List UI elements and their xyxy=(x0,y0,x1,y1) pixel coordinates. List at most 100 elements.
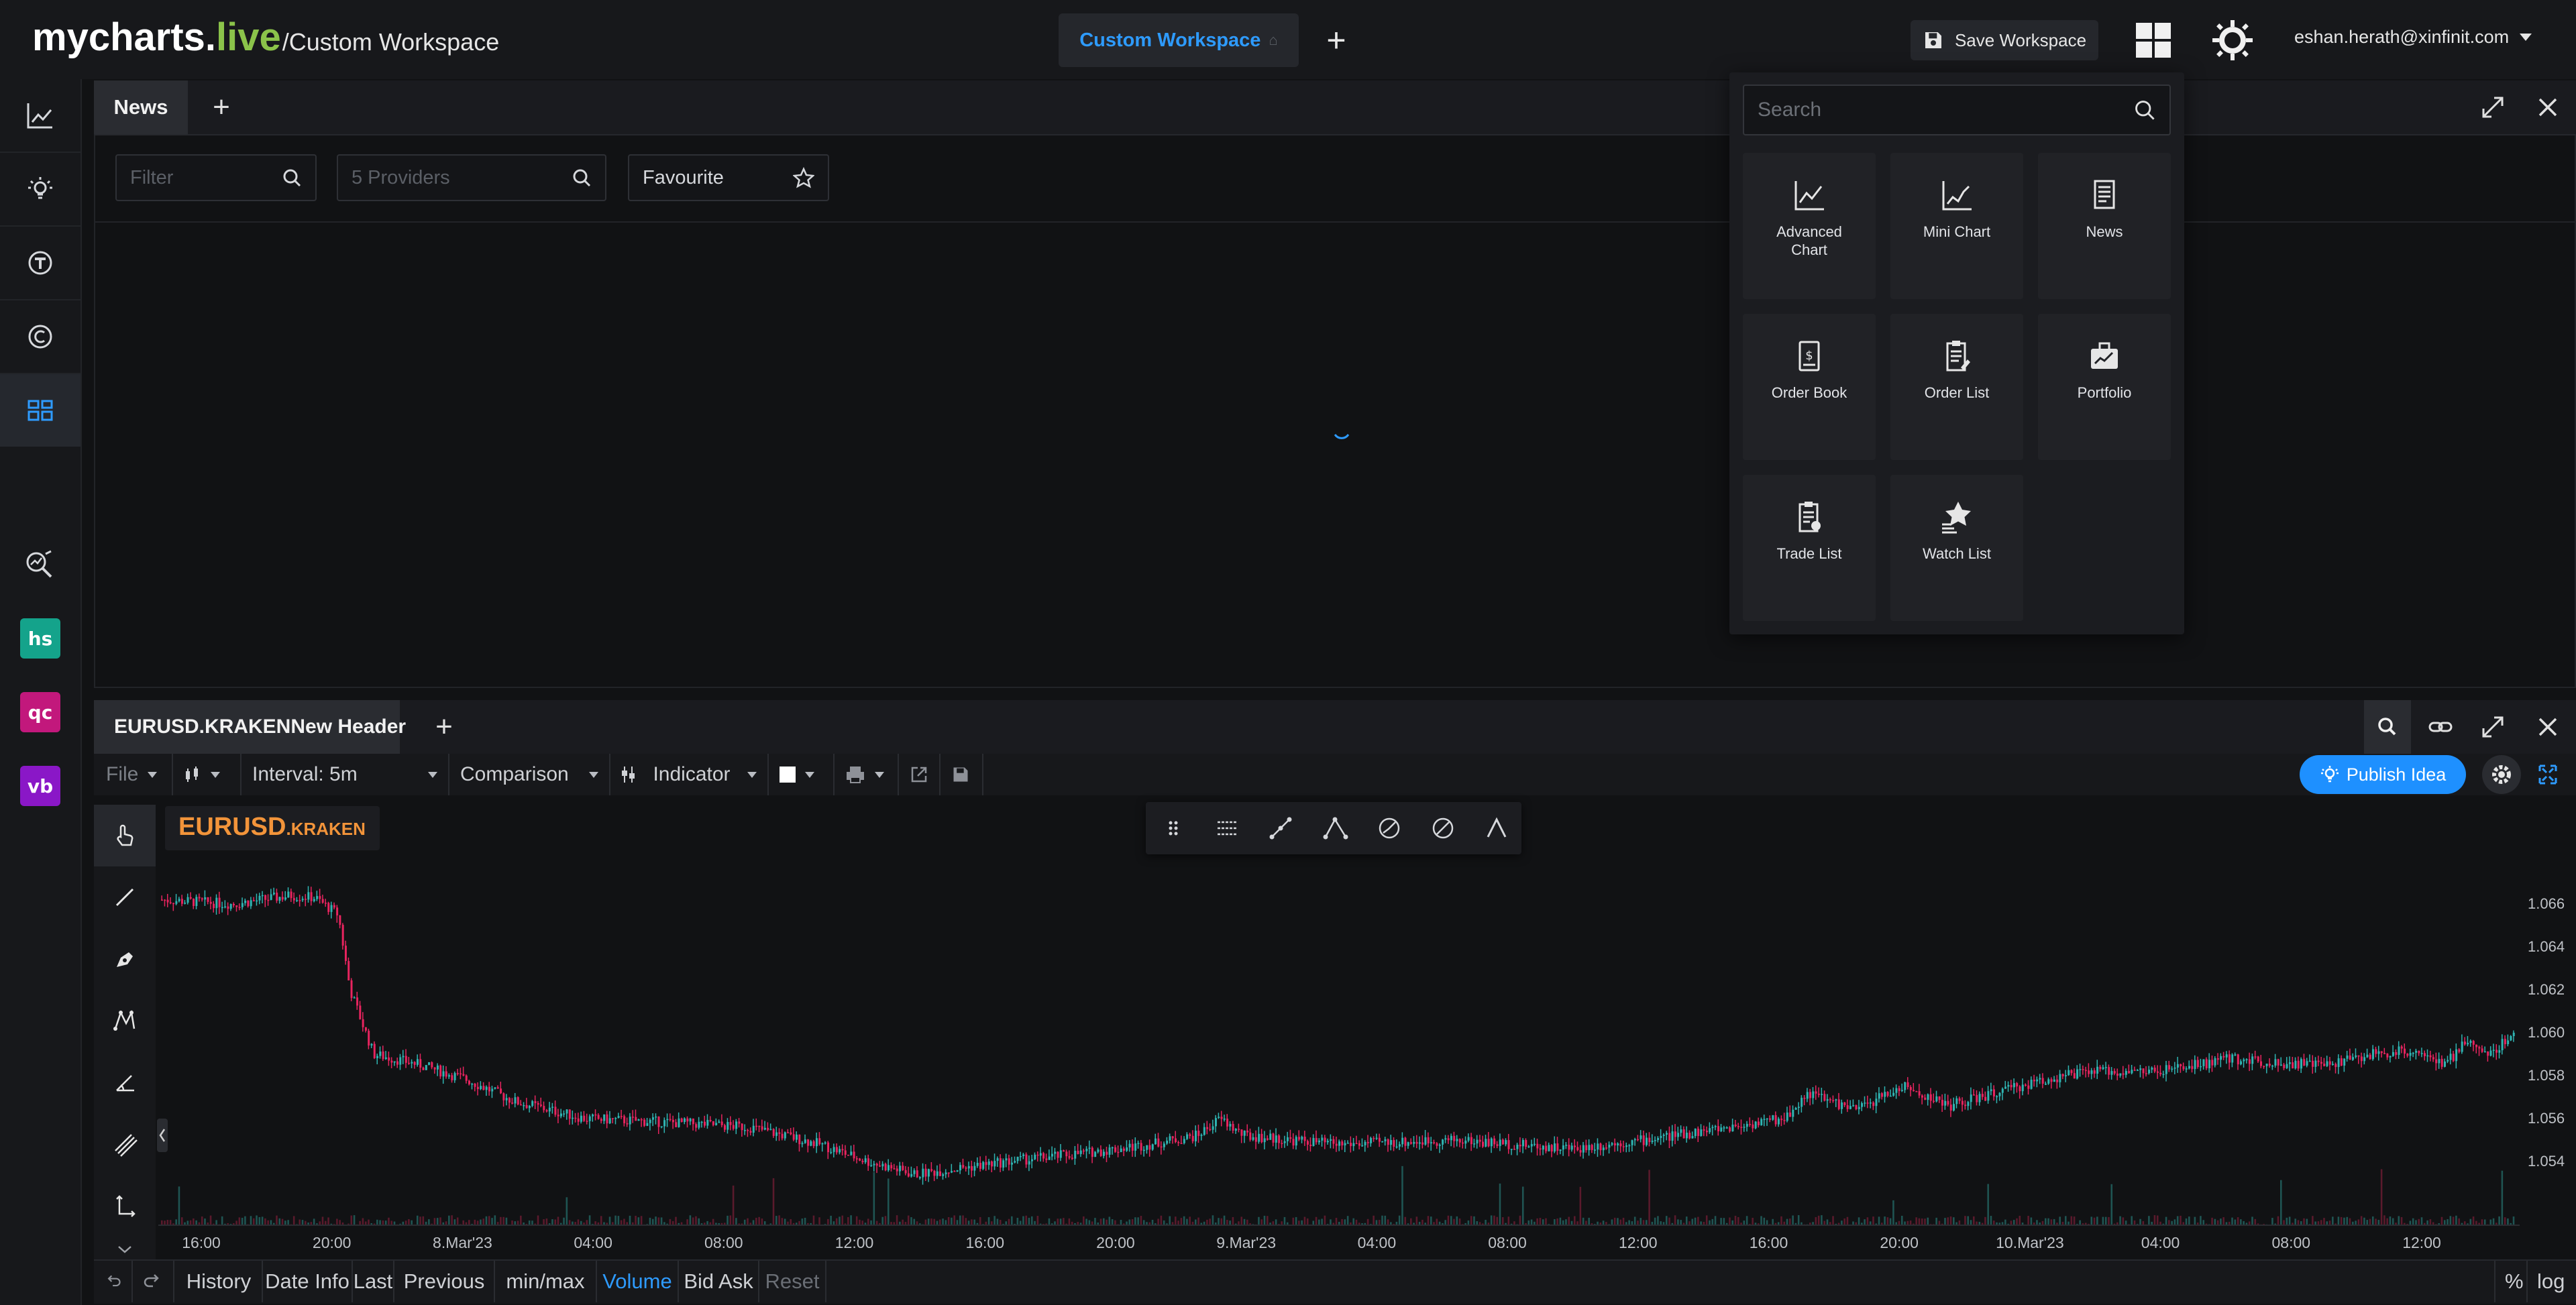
volume-bar xyxy=(2073,1216,2076,1225)
percent-toggle[interactable]: % xyxy=(2494,1261,2528,1302)
widget-tile-trade-list[interactable]: Trade List xyxy=(1743,475,1876,621)
sidebar-item-analysis[interactable] xyxy=(0,528,80,601)
tab-chart[interactable]: EURUSD.KRAKENNew Header xyxy=(94,700,406,754)
expand-icon[interactable] xyxy=(2478,93,2508,122)
symbol-label[interactable]: EURUSD .KRAKEN xyxy=(165,806,380,850)
circle-measure-icon[interactable] xyxy=(1370,809,1409,848)
chevron-down-icon[interactable] xyxy=(2520,34,2532,41)
comparison-menu[interactable]: Comparison xyxy=(449,754,610,795)
redo-button[interactable] xyxy=(133,1261,174,1302)
volume-bar xyxy=(1720,1218,1722,1225)
file-menu[interactable]: File xyxy=(95,754,173,795)
bottom-button-date-info[interactable]: Date Info xyxy=(263,1261,353,1302)
interval-select[interactable]: Interval: 5m xyxy=(241,754,449,795)
sidebar-item-trading[interactable] xyxy=(0,227,80,299)
add-workspace-button[interactable]: + xyxy=(1318,21,1355,59)
widget-tile-order-book[interactable]: $ Order Book xyxy=(1743,314,1876,460)
bottom-button-bid-ask[interactable]: Bid Ask xyxy=(679,1261,759,1302)
user-menu[interactable]: eshan.herath@xinfinit.com xyxy=(2294,27,2509,48)
pointer-tool[interactable] xyxy=(94,805,156,866)
sidebar-item-ideas[interactable] xyxy=(0,153,80,225)
candle-body xyxy=(1900,1090,1903,1091)
candle-body xyxy=(1065,1151,1068,1157)
news-favourite-toggle[interactable]: Favourite xyxy=(628,154,829,201)
indicator-menu[interactable]: Indicator xyxy=(610,754,769,795)
volume-bar xyxy=(1889,1218,1892,1225)
text-tool-icon[interactable] xyxy=(1477,809,1516,848)
color-picker[interactable] xyxy=(769,754,835,795)
widget-search-input[interactable]: Search xyxy=(1743,84,2171,135)
sidebar-item-qc[interactable]: qc xyxy=(0,676,80,748)
x-tick-label: 12:00 xyxy=(835,1234,874,1251)
chart-search-button[interactable] xyxy=(2364,700,2411,754)
fullscreen-icon[interactable] xyxy=(2530,755,2565,794)
bottom-button-history[interactable]: History xyxy=(176,1261,263,1302)
sidebar-item-copyright[interactable] xyxy=(0,300,80,373)
news-filter-input[interactable]: Filter xyxy=(115,154,317,201)
volume-bar xyxy=(2286,1217,2288,1225)
drag-handle-icon[interactable] xyxy=(1154,809,1193,848)
close-icon[interactable] xyxy=(2533,712,2563,742)
circle-slash-icon[interactable] xyxy=(1424,809,1462,848)
bottom-button-volume[interactable]: Volume xyxy=(597,1261,679,1302)
bottom-button-reset[interactable]: Reset xyxy=(759,1261,826,1302)
widget-tile-watch-list[interactable]: Watch List xyxy=(1890,475,2023,621)
add-tab-button[interactable]: + xyxy=(424,707,464,747)
candle-body xyxy=(1309,1144,1312,1146)
candle-body xyxy=(1895,1088,1898,1093)
candle-body xyxy=(1955,1098,1958,1104)
candle-body xyxy=(566,1109,568,1114)
volume-bar xyxy=(2498,1216,2500,1225)
bottom-button-last[interactable]: Last xyxy=(353,1261,394,1302)
widget-tile-news[interactable]: News xyxy=(2038,153,2171,299)
widget-tile-mini-chart[interactable]: Mini Chart xyxy=(1890,153,2023,299)
add-tab-button[interactable]: + xyxy=(201,87,241,127)
save-chart-button[interactable] xyxy=(941,754,983,795)
candle-body xyxy=(402,1056,405,1058)
candle-body xyxy=(292,898,295,901)
sidebar-item-vb[interactable]: vb xyxy=(0,750,80,822)
workspace-tab[interactable]: Custom Workspace ⌂ xyxy=(1059,13,1299,67)
line-tool[interactable] xyxy=(94,866,156,928)
log-toggle[interactable]: log xyxy=(2528,1261,2575,1302)
tab-news[interactable]: News xyxy=(94,80,188,134)
candle-body xyxy=(1099,1149,1102,1156)
volume-bar xyxy=(2332,1216,2334,1225)
expand-icon[interactable] xyxy=(2478,712,2508,742)
candle-body xyxy=(1866,1102,1869,1104)
pattern-tool[interactable] xyxy=(94,990,156,1052)
bottom-button-min-max[interactable]: min/max xyxy=(495,1261,597,1302)
volume-bar xyxy=(712,1218,714,1225)
pen-tool[interactable] xyxy=(94,928,156,990)
chart-settings-button[interactable] xyxy=(2482,755,2521,794)
app-logo[interactable]: mycharts. live/Custom Workspace xyxy=(32,15,499,60)
path-tool-icon[interactable] xyxy=(1316,809,1355,848)
print-menu[interactable] xyxy=(835,754,899,795)
price-chart[interactable] xyxy=(158,865,2520,1227)
measure-tool[interactable] xyxy=(94,1175,156,1237)
channel-tool[interactable] xyxy=(94,1113,156,1175)
more-tools-button[interactable] xyxy=(94,1238,156,1261)
chart-type-menu[interactable] xyxy=(173,754,241,795)
link-icon[interactable] xyxy=(2426,712,2455,742)
sidebar-item-workspace[interactable] xyxy=(0,374,80,447)
workspace-tab-label: Custom Workspace xyxy=(1079,29,1261,51)
horizontal-lines-icon[interactable] xyxy=(1208,809,1246,848)
bottom-button-previous[interactable]: Previous xyxy=(394,1261,495,1302)
save-workspace-button[interactable]: Save Workspace xyxy=(1911,20,2098,60)
sidebar-item-hs[interactable]: hs xyxy=(0,602,80,675)
close-icon[interactable] xyxy=(2533,93,2563,122)
sidebar-item-charts[interactable] xyxy=(0,79,80,152)
widget-tile-advanced-chart[interactable]: Advanced Chart xyxy=(1743,153,1876,299)
trendline-icon[interactable] xyxy=(1261,809,1300,848)
candle-body xyxy=(2438,1059,2440,1064)
popout-button[interactable] xyxy=(899,754,941,795)
theme-toggle-icon[interactable] xyxy=(2212,20,2253,60)
widget-tile-portfolio[interactable]: Portfolio xyxy=(2038,314,2171,460)
undo-button[interactable] xyxy=(95,1261,133,1302)
angle-tool[interactable] xyxy=(94,1052,156,1113)
widget-tile-order-list[interactable]: Order List xyxy=(1890,314,2023,460)
news-providers-input[interactable]: 5 Providers xyxy=(337,154,606,201)
widget-grid-icon[interactable] xyxy=(2135,21,2172,59)
publish-idea-button[interactable]: Publish Idea xyxy=(2300,755,2466,794)
